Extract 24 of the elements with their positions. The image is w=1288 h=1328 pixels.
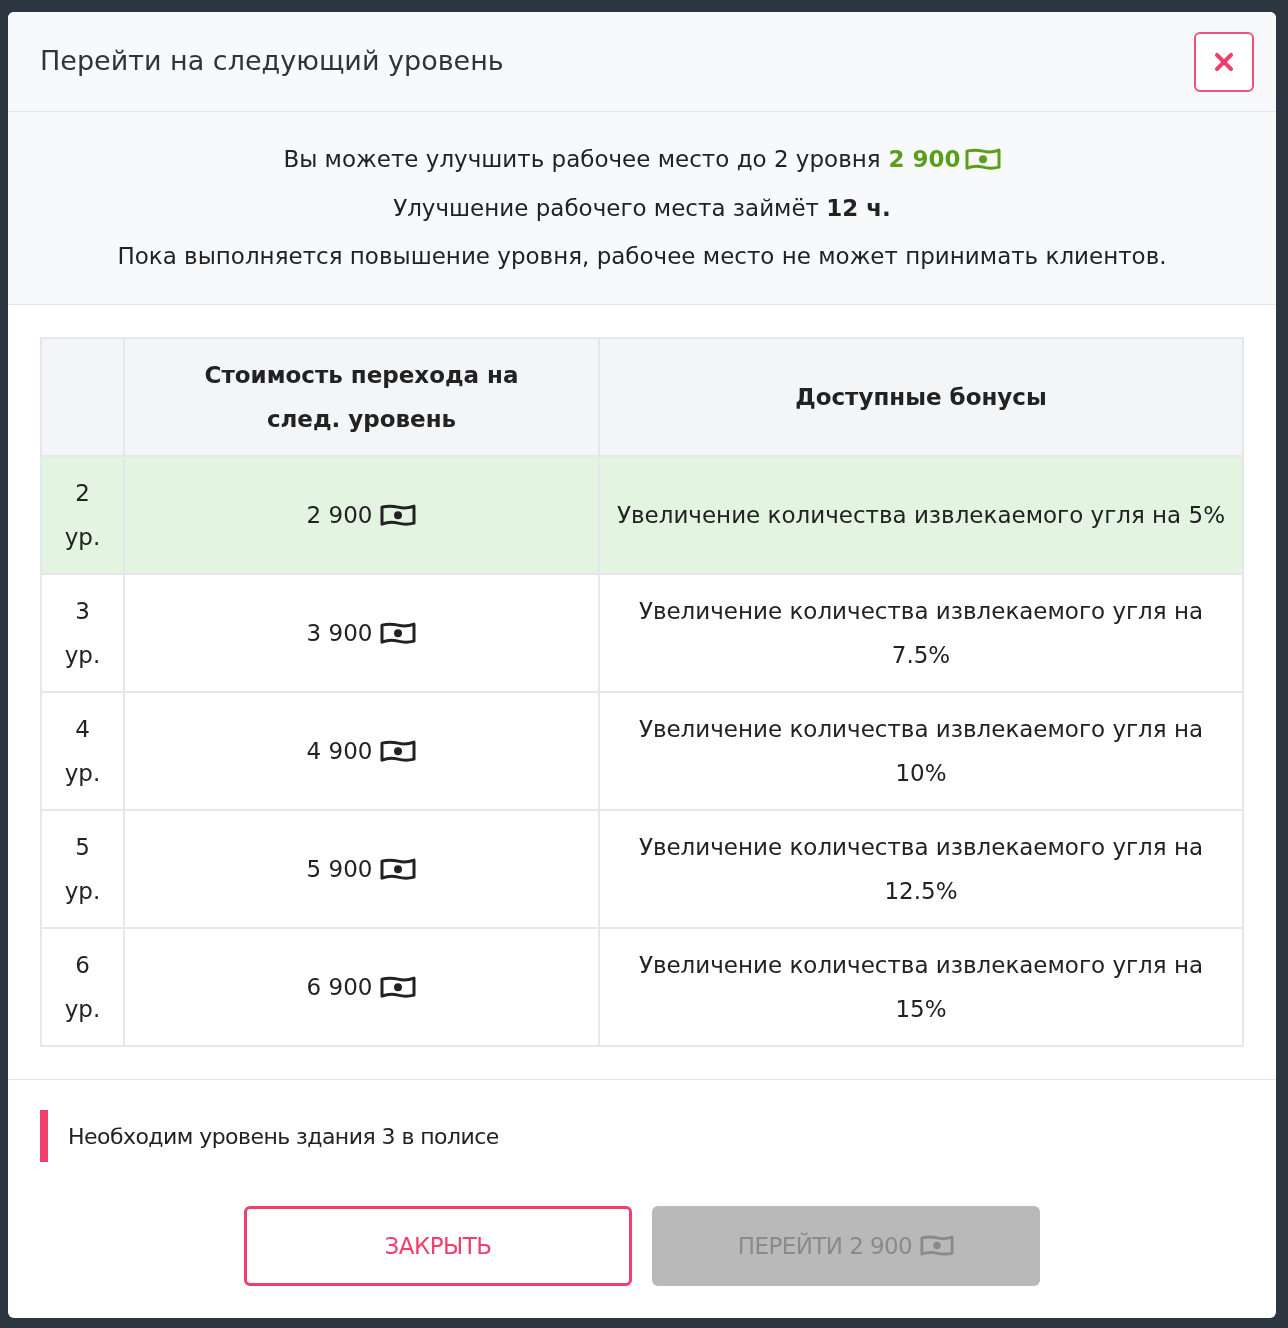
info-text: Вы можете улучшить рабочее место до 2 уровня [283,145,881,175]
cost-text: 4 900 [306,736,373,766]
price-text: 2 900 [888,145,961,175]
bonus-cell: Увеличение количества извлекаемого угля на 15% [599,928,1243,1046]
cost-text: 2 900 [306,500,373,530]
close-button[interactable] [1194,31,1254,92]
banknote-icon [964,148,1001,171]
dialog-title: Перейти на следующий уровень [40,44,504,79]
cost-text: 3 900 [306,618,373,648]
cost-text: 6 900 [306,972,373,1002]
notice: Необходим уровень здания 3 в полисе [40,1110,1244,1162]
column-header: Доступные бонусы [599,338,1243,456]
banknote-icon [380,621,417,645]
info-text: Пока выполняется повышение уровня, рабочее место не может принимать клиентов. [117,242,1167,272]
banknote-icon [380,739,417,763]
close-dialog-button[interactable]: ЗАКРЫТЬ [244,1206,632,1286]
level-cell: 6 ур. [41,928,124,1046]
banknote-icon [380,503,417,527]
column-header: Стоимость перехода на след. уровень [124,338,599,456]
banknote-icon [380,975,417,999]
banknote-icon [380,857,417,881]
info-text: Улучшение рабочего места займёт 12 ч. [393,193,891,223]
banknote-icon [920,1235,955,1257]
cost-text: 5 900 [306,854,373,884]
